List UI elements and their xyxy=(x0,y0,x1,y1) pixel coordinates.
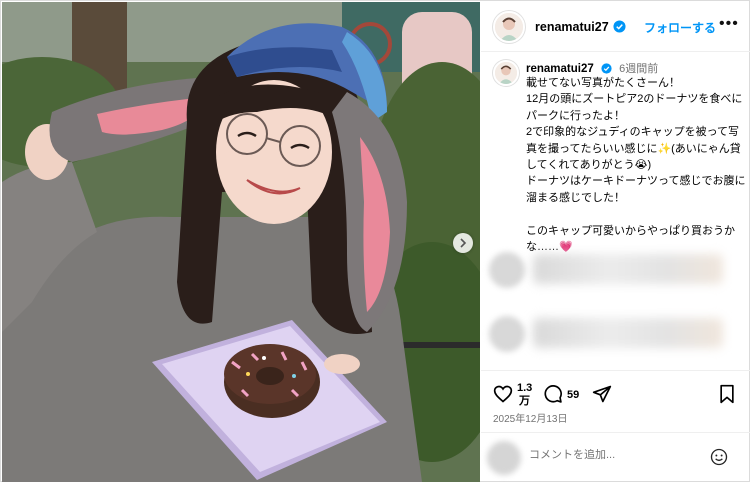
comment-bar xyxy=(481,432,750,482)
post-dialog: renamatui27 フォローする ••• renamatui27 6週間前 … xyxy=(0,0,750,482)
more-options-icon[interactable]: ••• xyxy=(719,16,739,32)
heart-icon[interactable] xyxy=(493,384,513,404)
comment-text-blurred xyxy=(533,318,723,348)
author-username[interactable]: renamatui27 xyxy=(535,20,609,34)
caption-header: renamatui27 6週間前 xyxy=(526,60,658,76)
post-header: renamatui27 フォローする ••• xyxy=(481,2,750,52)
comment-text-blurred xyxy=(533,254,723,284)
avatar-image xyxy=(495,62,517,84)
likes-count-unit[interactable]: 万 xyxy=(519,395,530,407)
comment-input[interactable] xyxy=(529,449,699,461)
post-time-ago[interactable]: 6週間前 xyxy=(619,63,658,75)
smiley-icon[interactable] xyxy=(710,448,728,466)
chevron-right-icon xyxy=(460,238,467,248)
verified-badge-icon xyxy=(613,20,626,33)
comment-bubble-icon[interactable] xyxy=(543,384,563,404)
comment-avatar[interactable] xyxy=(489,316,525,352)
avatar-image xyxy=(495,12,523,41)
carousel-next-button[interactable] xyxy=(453,233,473,253)
follow-button[interactable]: フォローする xyxy=(644,19,716,36)
post-photo[interactable] xyxy=(2,2,480,482)
comments-count[interactable]: 59 xyxy=(567,389,579,401)
comment-item xyxy=(489,310,739,358)
comment-avatar[interactable] xyxy=(489,252,525,288)
post-date[interactable]: 2025年12月13日 xyxy=(493,410,568,425)
photo-illustration xyxy=(2,2,480,482)
verified-badge-icon xyxy=(601,63,612,74)
current-user-avatar xyxy=(487,441,521,475)
paper-plane-icon[interactable] xyxy=(592,384,612,404)
bookmark-icon[interactable] xyxy=(718,384,736,404)
post-side-panel: renamatui27 フォローする ••• renamatui27 6週間前 … xyxy=(481,2,750,482)
likes-count[interactable]: 1.3 xyxy=(517,382,532,394)
caption-username[interactable]: renamatui27 xyxy=(526,63,594,75)
comment-item xyxy=(489,246,739,294)
author-avatar[interactable] xyxy=(493,10,525,43)
caption-avatar[interactable] xyxy=(493,60,519,86)
caption-text: 載せてない写真がたくさーん！ 12月の頭にズートピア2のドーナツを食べにパークに… xyxy=(526,77,746,254)
